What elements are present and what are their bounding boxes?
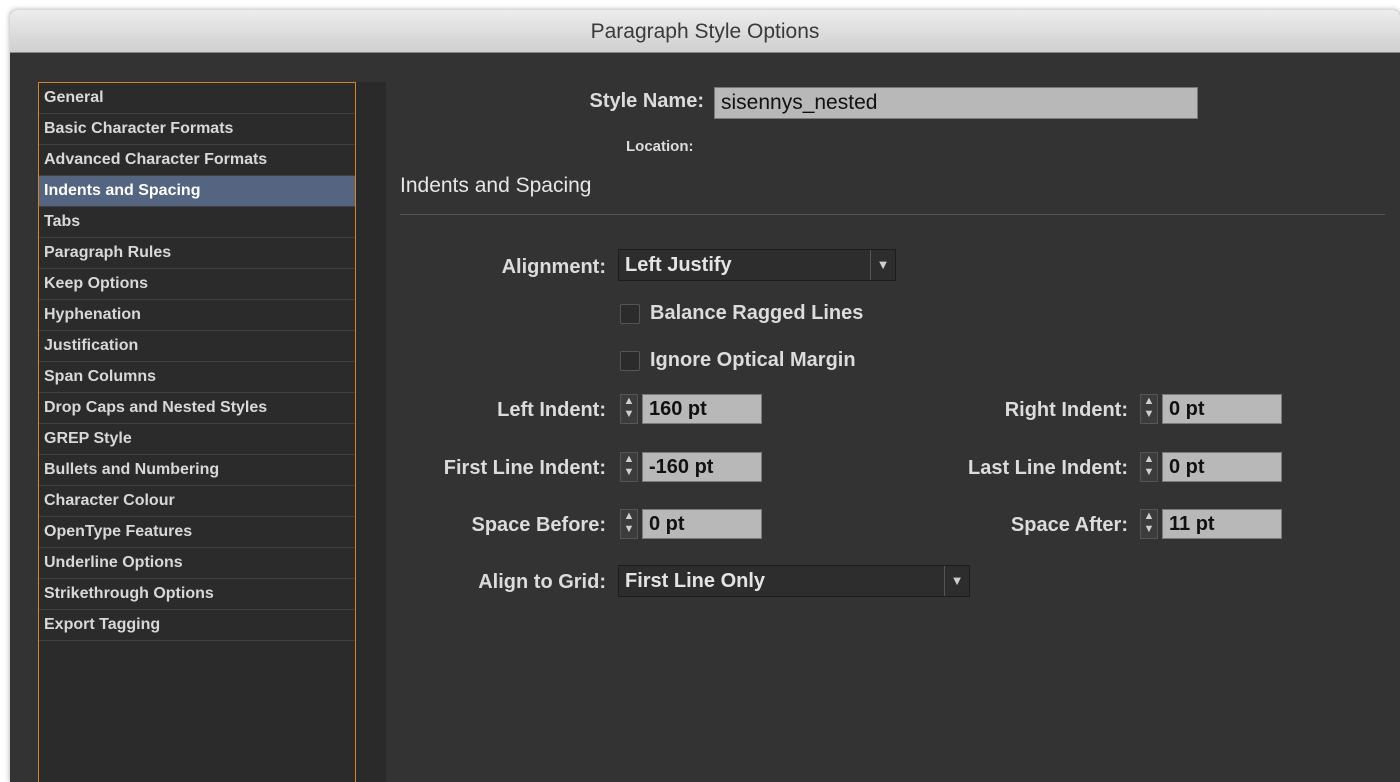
left-indent-label: Left Indent:: [497, 399, 606, 421]
spinner-down-icon[interactable]: ▼: [1141, 466, 1157, 479]
balance-ragged-lines-label: Balance Ragged Lines: [650, 302, 864, 324]
balance-ragged-lines-checkbox[interactable]: [620, 304, 640, 324]
spinner-down-icon[interactable]: ▼: [1141, 408, 1157, 421]
first-line-indent-input[interactable]: -160 pt: [642, 452, 762, 482]
style-name-input[interactable]: sisennys_nested: [714, 87, 1198, 119]
ignore-optical-margin-label: Ignore Optical Margin: [650, 349, 856, 371]
category-item[interactable]: Keep Options: [39, 269, 355, 300]
align-to-grid-label: Align to Grid:: [478, 571, 606, 593]
category-item[interactable]: Drop Caps and Nested Styles: [39, 393, 355, 424]
alignment-dropdown[interactable]: Left Justify ▼: [618, 249, 896, 281]
location-label: Location:: [626, 138, 694, 155]
last-line-indent-label: Last Line Indent:: [968, 457, 1128, 479]
category-item[interactable]: Justification: [39, 331, 355, 362]
category-item[interactable]: Bullets and Numbering: [39, 455, 355, 486]
spinner-up-icon[interactable]: ▲: [621, 453, 637, 466]
alignment-label: Alignment:: [501, 256, 606, 278]
category-item[interactable]: General: [39, 83, 355, 114]
category-item[interactable]: Tabs: [39, 207, 355, 238]
spinner-up-icon[interactable]: ▲: [621, 395, 637, 408]
spinner-up-icon[interactable]: ▲: [1141, 510, 1157, 523]
category-item[interactable]: OpenType Features: [39, 517, 355, 548]
category-item[interactable]: Paragraph Rules: [39, 238, 355, 269]
right-indent-label: Right Indent:: [1004, 399, 1128, 421]
last-line-indent-stepper[interactable]: ▲ ▼: [1140, 452, 1158, 482]
space-before-input[interactable]: 0 pt: [642, 509, 762, 539]
align-to-grid-value: First Line Only: [625, 570, 766, 592]
dropdown-arrow-icon: ▼: [944, 566, 969, 596]
category-item[interactable]: Character Colour: [39, 486, 355, 517]
alignment-value: Left Justify: [625, 254, 732, 276]
style-name-label: Style Name:: [589, 90, 705, 112]
space-before-stepper[interactable]: ▲ ▼: [620, 509, 638, 539]
category-item[interactable]: Basic Character Formats: [39, 114, 355, 145]
category-item[interactable]: Indents and Spacing: [39, 176, 355, 207]
left-indent-stepper[interactable]: ▲ ▼: [620, 394, 638, 424]
space-before-label: Space Before:: [471, 514, 607, 536]
category-item[interactable]: Hyphenation: [39, 300, 355, 331]
category-list: General Basic Character Formats Advanced C…: [38, 82, 356, 782]
spinner-up-icon[interactable]: ▲: [621, 510, 637, 523]
spinner-up-icon[interactable]: ▲: [1141, 395, 1157, 408]
category-item[interactable]: Span Columns: [39, 362, 355, 393]
category-item[interactable]: GREP Style: [39, 424, 355, 455]
spinner-down-icon[interactable]: ▼: [1141, 523, 1157, 536]
spinner-up-icon[interactable]: ▲: [1141, 453, 1157, 466]
space-after-label: Space After:: [1010, 514, 1128, 536]
spinner-down-icon[interactable]: ▼: [621, 408, 637, 421]
ignore-optical-margin-checkbox[interactable]: [620, 351, 640, 371]
section-title: Indents and Spacing: [400, 174, 592, 197]
title-bar[interactable]: Paragraph Style Options: [10, 10, 1400, 53]
dropdown-arrow-icon: ▼: [870, 250, 895, 280]
spinner-down-icon[interactable]: ▼: [621, 466, 637, 479]
first-line-indent-label: First Line Indent:: [443, 457, 606, 479]
dialog-window: Paragraph Style Options General Basic Cha…: [10, 10, 1400, 782]
last-line-indent-input[interactable]: 0 pt: [1162, 452, 1282, 482]
category-item[interactable]: Advanced Character Formats: [39, 145, 355, 176]
right-indent-stepper[interactable]: ▲ ▼: [1140, 394, 1158, 424]
section-divider: [400, 214, 1385, 215]
window-title: Paragraph Style Options: [590, 20, 820, 43]
category-item[interactable]: Underline Options: [39, 548, 355, 579]
space-after-input[interactable]: 11 pt: [1162, 509, 1282, 539]
align-to-grid-dropdown[interactable]: First Line Only ▼: [618, 565, 970, 597]
category-item[interactable]: Strikethrough Options: [39, 579, 355, 610]
space-after-stepper[interactable]: ▲ ▼: [1140, 509, 1158, 539]
category-item[interactable]: Export Tagging: [39, 610, 355, 641]
first-line-indent-stepper[interactable]: ▲ ▼: [620, 452, 638, 482]
left-indent-input[interactable]: 160 pt: [642, 394, 762, 424]
right-indent-input[interactable]: 0 pt: [1162, 394, 1282, 424]
spinner-down-icon[interactable]: ▼: [621, 523, 637, 536]
category-list-scroll-track: [356, 82, 386, 782]
